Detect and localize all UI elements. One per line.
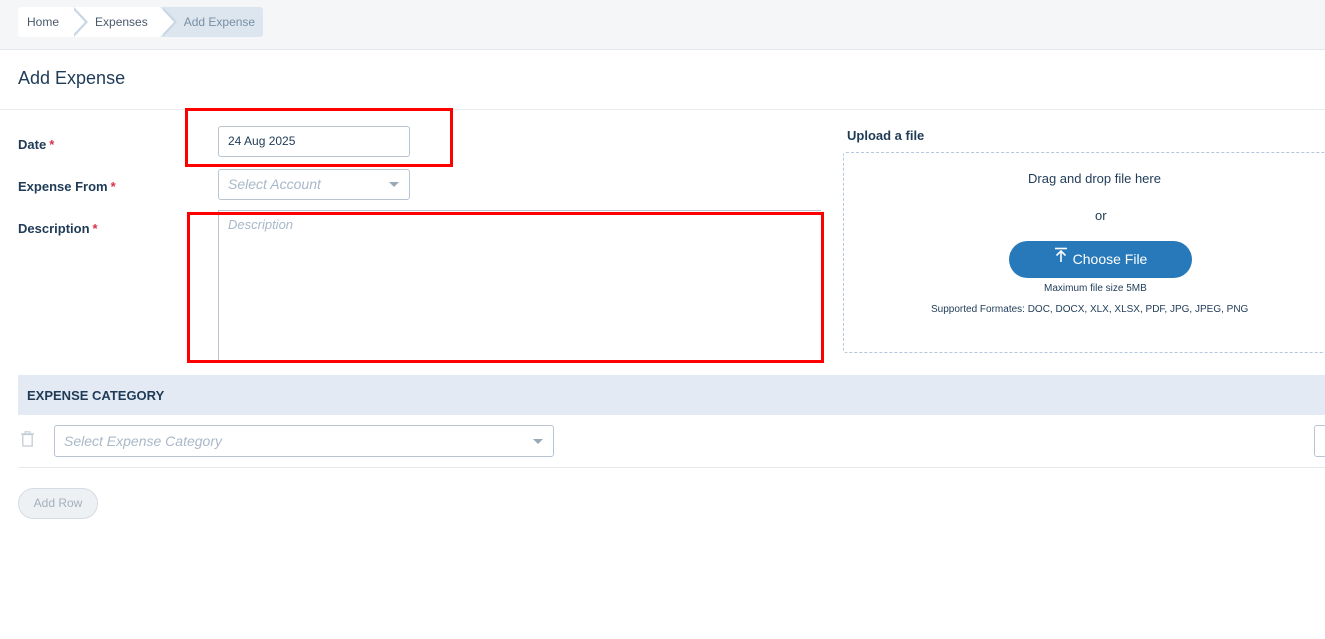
date-label-text: Date: [18, 137, 47, 152]
expense-from-label-text: Expense From: [18, 179, 108, 194]
description-label: Description *: [18, 221, 98, 236]
description-placeholder: Description: [228, 217, 294, 232]
expense-category-select[interactable]: Select Expense Category: [54, 425, 554, 457]
expense-from-select[interactable]: Select Account: [218, 169, 410, 200]
expense-category-header: EXPENSE CATEGORY: [18, 375, 1325, 415]
date-label: Date *: [18, 137, 54, 152]
expense-category-placeholder: Select Expense Category: [64, 433, 222, 449]
description-required-mark: *: [92, 221, 98, 236]
chevron-down-icon: [389, 182, 399, 187]
trash-icon[interactable]: [20, 431, 35, 452]
breadcrumb-current-label: Add Expense: [183, 15, 256, 29]
breadcrumb: Home Expenses Add Expense: [18, 7, 264, 37]
breadcrumb-home-label: Home: [27, 15, 60, 29]
upload-icon: [1054, 240, 1068, 277]
expense-from-placeholder: Select Account: [228, 176, 321, 192]
date-required-mark: *: [49, 137, 55, 152]
max-file-size-text: Maximum file size 5MB: [1044, 283, 1147, 294]
row-divider: [18, 467, 1325, 468]
supported-formats-text: Supported Formates: DOC, DOCX, XLX, XLSX…: [931, 304, 1249, 315]
title-divider: [0, 109, 1325, 110]
expense-from-label: Expense From *: [18, 179, 116, 194]
choose-file-label: Choose File: [1072, 251, 1148, 267]
expense-category-title: EXPENSE CATEGORY: [27, 388, 165, 403]
dropzone-drag-text: Drag and drop file here: [1028, 171, 1161, 186]
amount-input[interactable]: [1314, 425, 1325, 457]
expense-from-required-mark: *: [110, 179, 116, 194]
page-title: Add Expense: [18, 68, 126, 88]
top-bar: Home Expenses Add Expense: [0, 0, 1325, 50]
dropzone-or-text: or: [1095, 208, 1107, 223]
description-label-text: Description: [18, 221, 90, 236]
choose-file-button[interactable]: Choose File: [1009, 241, 1192, 278]
breadcrumb-expenses-label: Expenses: [95, 15, 148, 29]
breadcrumb-home[interactable]: Home: [18, 7, 89, 37]
upload-title: Upload a file: [847, 128, 925, 143]
description-textarea[interactable]: Description: [218, 210, 821, 361]
date-input[interactable]: 24 Aug 2025: [218, 126, 410, 157]
chevron-down-icon: [533, 439, 543, 444]
add-row-button[interactable]: Add Row: [18, 488, 98, 519]
